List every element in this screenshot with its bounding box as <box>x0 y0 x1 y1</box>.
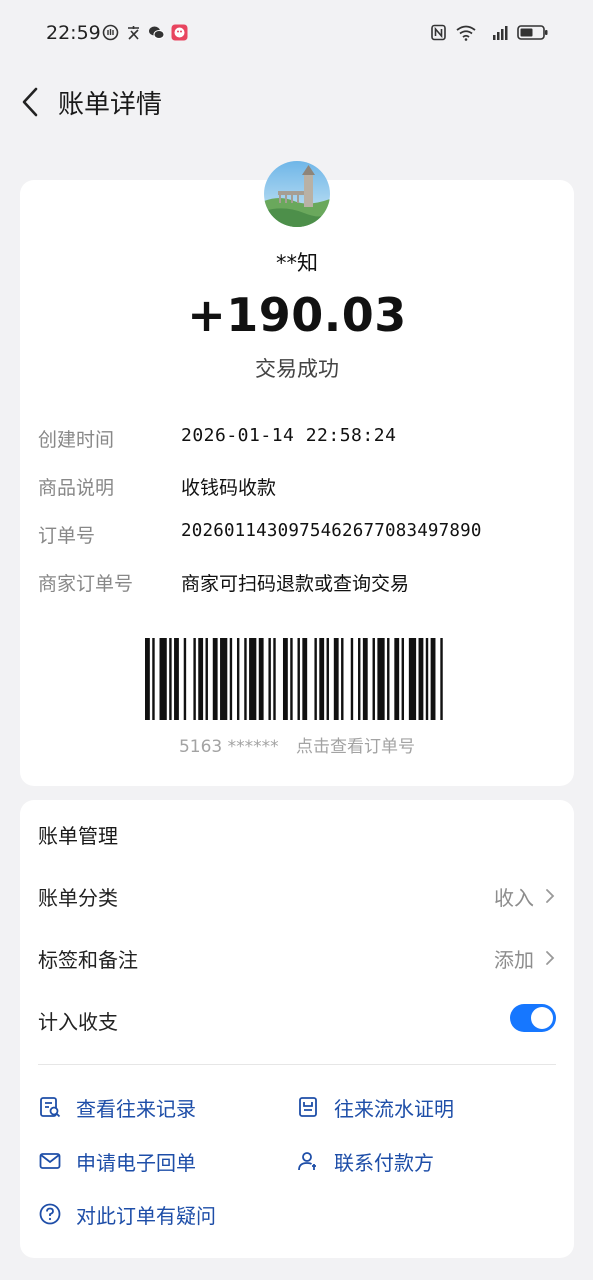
app-badge-icon <box>171 24 188 41</box>
detail-value: 商家可扫码退款或查询交易 <box>181 573 410 595</box>
barcode-caption[interactable]: 5163 ****** 点击查看订单号 <box>20 732 574 757</box>
status-bar: 22:59 <box>0 0 593 66</box>
detail-row-order-number: 订单号 20260114309754626770834978​90 <box>38 521 558 551</box>
payer-name: **知 <box>276 251 318 275</box>
include-in-balance-row: 计入收支 <box>38 998 556 1038</box>
action-label: 申请电子回单 <box>76 1150 196 1175</box>
order-question-button[interactable]: 对此订单有疑问 <box>38 1198 216 1230</box>
mail-icon <box>39 1153 61 1169</box>
text-icon <box>128 26 139 40</box>
toggle-knob <box>531 1007 553 1029</box>
row-value: 收入 <box>494 886 534 910</box>
detail-row-created-time: 创建时间 2026-01-14 22:58:24 <box>38 425 558 455</box>
section-title: 账单管理 <box>38 824 118 848</box>
status-time: 22:59 <box>46 22 101 44</box>
barcode-number-masked: 5163 ****** <box>178 737 279 757</box>
detail-row-product: 商品说明 收钱码收款 <box>38 473 558 503</box>
transaction-amount: +190.03 <box>187 288 407 342</box>
view-records-button[interactable]: 查看往来记录 <box>38 1091 196 1123</box>
bill-category-row[interactable]: 账单分类 收入 <box>38 874 556 914</box>
wechat-icon <box>149 26 165 39</box>
transaction-card: **知 +190.03 交易成功 创建时间 2026-01-14 22:58:2… <box>20 161 574 786</box>
action-label: 联系付款方 <box>334 1150 434 1175</box>
detail-value[interactable]: 20260114309754626770834978​90 <box>181 521 482 541</box>
signal-5g-icon <box>493 26 508 40</box>
avatar-landscape-icon <box>264 161 330 227</box>
chevron-right-icon <box>546 889 555 903</box>
row-value: 添加 <box>494 948 534 972</box>
detail-label: 创建时间 <box>38 429 115 451</box>
tags-notes-row[interactable]: 标签和备注 添加 <box>38 936 556 976</box>
chevron-right-icon <box>546 951 555 965</box>
status-notification-icons <box>102 24 188 41</box>
battery-icon <box>517 25 548 40</box>
detail-label: 订单号 <box>38 525 96 547</box>
detail-value: 收钱码收款 <box>181 477 277 499</box>
row-label: 计入收支 <box>38 1010 118 1034</box>
bill-management-card: 账单管理 账单分类 收入 标签和备注 添加 计入收支 查看往来记录 往来流水证明… <box>20 800 574 1258</box>
detail-row-merchant-order: 商家订单号 商家可扫码退款或查询交易 <box>38 569 558 599</box>
e-receipt-button[interactable]: 申请电子回单 <box>38 1145 196 1177</box>
include-in-balance-toggle[interactable] <box>510 1004 556 1032</box>
document-icon <box>299 1097 317 1117</box>
action-label: 查看往来记录 <box>76 1096 196 1121</box>
avatar[interactable] <box>264 161 330 227</box>
barcode-hint: 点击查看订单号 <box>296 737 416 757</box>
transaction-proof-button[interactable]: 往来流水证明 <box>296 1091 454 1123</box>
barcode[interactable] <box>145 638 450 720</box>
contact-person-icon <box>298 1152 316 1171</box>
row-label: 标签和备注 <box>38 948 138 972</box>
transaction-status: 交易成功 <box>255 357 339 381</box>
chevron-left-icon[interactable] <box>16 84 44 120</box>
record-search-icon <box>40 1097 61 1118</box>
detail-label: 商家订单号 <box>38 573 134 595</box>
action-label: 往来流水证明 <box>334 1096 454 1121</box>
divider <box>38 1064 556 1065</box>
gesture-icon <box>102 24 119 41</box>
header-bar: 账单详情 <box>0 72 593 132</box>
page-title: 账单详情 <box>58 90 163 120</box>
action-label: 对此订单有疑问 <box>76 1203 216 1228</box>
wifi-icon <box>456 25 476 41</box>
detail-value: 2026-01-14 22:58:24 <box>181 425 397 446</box>
contact-payer-button[interactable]: 联系付款方 <box>296 1145 434 1177</box>
detail-label: 商品说明 <box>38 477 115 499</box>
row-label: 账单分类 <box>38 886 118 910</box>
nfc-icon <box>431 24 446 41</box>
status-system-icons <box>430 24 549 41</box>
question-icon <box>39 1203 61 1225</box>
